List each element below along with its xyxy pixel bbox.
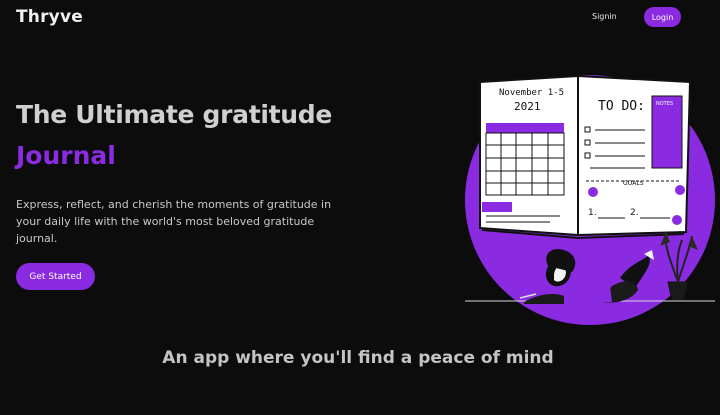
get-started-button[interactable]: Get Started [16, 263, 95, 290]
journal-notes-label: NOTES [656, 101, 673, 107]
signin-link[interactable]: Signin [592, 12, 617, 21]
svg-text:1.: 1. [588, 208, 597, 218]
journal-year-heading: 2021 [514, 100, 541, 113]
journal-book: November 1-5 2021 TO DO: NOTES GOALS 1. … [479, 74, 692, 240]
hero-description: Express, reflect, and cherish the moment… [16, 198, 332, 245]
svg-text:2.: 2. [630, 208, 639, 218]
woman-journaling-illustration: November 1-5 2021 TO DO: NOTES GOALS 1. … [465, 74, 715, 325]
login-button[interactable]: Login [644, 7, 681, 27]
journal-todo-heading: TO DO: [598, 99, 645, 114]
top-nav: Thryve Signin Login [0, 0, 720, 36]
journal-goals-label: GOALS [623, 180, 644, 187]
hero-title: The Ultimate gratitude [16, 100, 333, 129]
brand-logo[interactable]: Thryve [16, 7, 83, 27]
journal-date-heading: November 1-5 [499, 88, 564, 98]
hero-title-accent: Journal [16, 141, 116, 170]
tagline: An app where you'll find a peace of mind [162, 348, 554, 368]
